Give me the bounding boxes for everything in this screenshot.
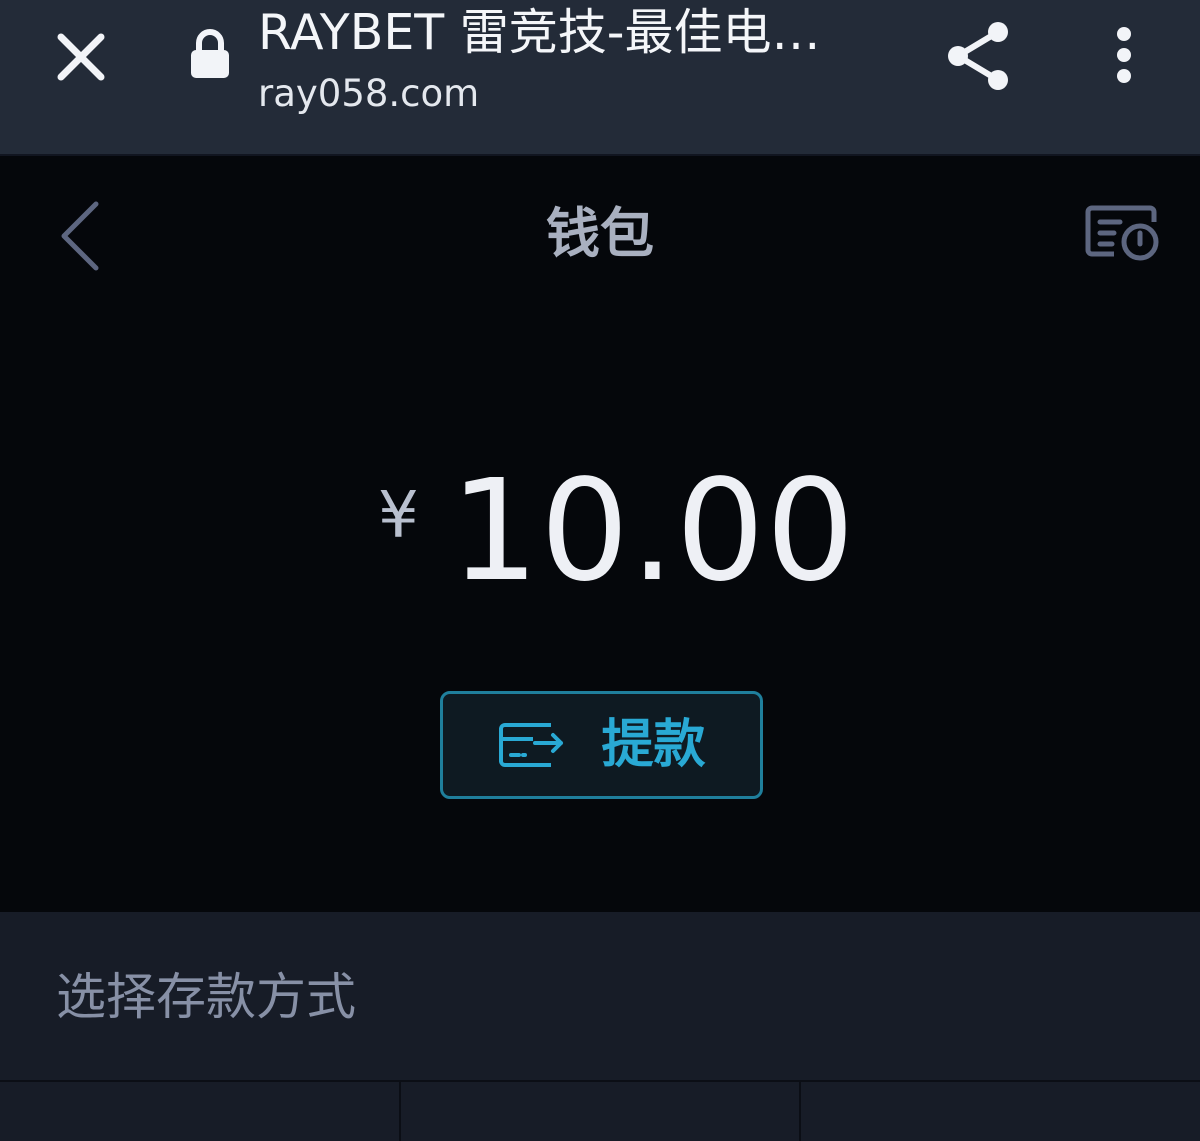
deposit-method-option[interactable] [398, 1082, 800, 1141]
share-icon[interactable] [936, 14, 1020, 98]
wallet-title: 钱包 [546, 202, 654, 265]
withdraw-button[interactable]: 提款 [440, 691, 763, 799]
more-vertical-icon[interactable] [1094, 14, 1154, 98]
deposit-method-section: 选择存款方式 [0, 912, 1200, 1141]
wallet-header: 钱包 ¥ 10.00 提款 [0, 156, 1200, 912]
page-title: RAYBET 雷竞技-最佳电… [258, 4, 821, 61]
history-icon[interactable] [1080, 200, 1164, 266]
browser-toolbar: RAYBET 雷竞技-最佳电… ray058.com [0, 0, 1200, 154]
deposit-method-option[interactable] [0, 1082, 399, 1141]
card-transfer-icon [499, 723, 564, 767]
close-icon[interactable] [40, 16, 122, 98]
deposit-method-title: 选择存款方式 [56, 968, 356, 1026]
balance-display: ¥ 10.00 [0, 462, 1200, 606]
balance-amount: 10.00 [450, 450, 856, 613]
page-url: ray058.com [258, 72, 480, 115]
withdraw-label: 提款 [601, 715, 706, 775]
currency-symbol: ¥ [378, 479, 419, 553]
lock-icon [188, 28, 232, 80]
deposit-method-grid [0, 1080, 1200, 1141]
deposit-method-option[interactable] [799, 1082, 1200, 1141]
